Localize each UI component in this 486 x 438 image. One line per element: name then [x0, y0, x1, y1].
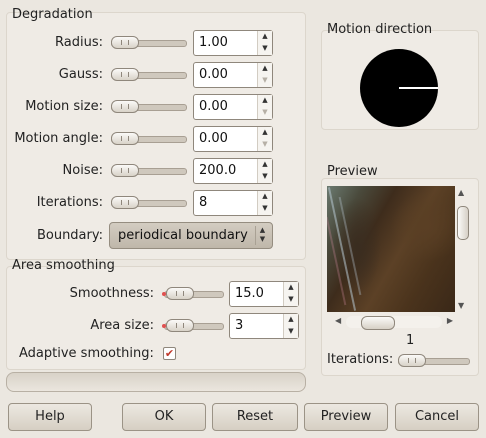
gauss-label: Gauss: [58, 67, 103, 82]
slider-thumb[interactable] [111, 164, 139, 177]
radius-spinbutton[interactable]: 1.00 ▲ ▼ [193, 30, 273, 56]
motion-direction-title: Motion direction [327, 22, 433, 37]
noise-slider[interactable] [111, 164, 187, 177]
area-size-label: Area size: [90, 318, 154, 333]
spin-up-icon[interactable]: ▲ [258, 63, 272, 75]
adaptive-smoothing-checkbox[interactable]: ✔ [163, 347, 176, 360]
reset-button[interactable]: Reset [212, 403, 298, 431]
motion-angle-slider[interactable] [111, 132, 187, 145]
spin-down-icon[interactable]: ▼ [284, 294, 298, 306]
scrollbar-thumb[interactable] [457, 206, 469, 240]
slider-thumb[interactable] [111, 68, 139, 81]
spin-up-icon[interactable]: ▲ [258, 159, 272, 171]
preview-image[interactable] [327, 186, 455, 312]
boundary-label: Boundary: [36, 228, 103, 243]
preview-horizontal-scrollbar[interactable]: ◀ ▶ [335, 315, 453, 331]
area-size-slider[interactable] [162, 319, 224, 332]
preview-iterations-label: Iterations: [327, 352, 394, 367]
spin-up-icon[interactable]: ▲ [258, 95, 272, 107]
spin-up-icon[interactable]: ▲ [258, 191, 272, 203]
radius-label: Radius: [55, 35, 103, 50]
iterations-spinbutton[interactable]: 8 ▲ ▼ [193, 190, 273, 216]
noise-spinbutton[interactable]: 200.0 ▲ ▼ [193, 158, 273, 184]
gauss-value[interactable]: 0.00 [199, 67, 228, 82]
motion-size-label: Motion size: [25, 99, 103, 114]
slider-thumb[interactable] [166, 319, 194, 332]
motion-angle-spinbutton[interactable]: 0.00 ▲ ▼ [193, 126, 273, 152]
spin-up-icon[interactable]: ▲ [258, 127, 272, 139]
area-size-value[interactable]: 3 [235, 318, 243, 333]
spin-up-icon[interactable]: ▲ [258, 31, 272, 43]
spin-up-icon[interactable]: ▲ [284, 282, 298, 294]
radius-value[interactable]: 1.00 [199, 35, 228, 50]
smoothness-label: Smoothness: [69, 286, 154, 301]
motion-angle-value[interactable]: 0.00 [199, 131, 228, 146]
ok-button[interactable]: OK [122, 403, 206, 431]
scroll-down-icon[interactable]: ▼ [458, 301, 464, 310]
spin-down-icon[interactable]: ▼ [258, 203, 272, 215]
smoothness-slider[interactable] [162, 287, 224, 300]
slider-thumb[interactable] [398, 354, 426, 367]
iterations-value[interactable]: 8 [199, 195, 207, 210]
motion-direction-dial[interactable] [359, 48, 441, 128]
slider-thumb[interactable] [111, 36, 139, 49]
scroll-left-icon[interactable]: ◀ [335, 316, 341, 325]
slider-thumb[interactable] [111, 196, 139, 209]
preview-vertical-scrollbar[interactable]: ▲ ▼ [455, 186, 470, 312]
adaptive-smoothing-label: Adaptive smoothing: [19, 346, 154, 361]
spin-down-icon[interactable]: ▼ [258, 139, 272, 151]
scroll-right-icon[interactable]: ▶ [447, 316, 453, 325]
motion-size-spinbutton[interactable]: 0.00 ▲ ▼ [193, 94, 273, 120]
preview-iterations-slider[interactable] [398, 354, 470, 367]
spin-down-icon[interactable]: ▼ [258, 43, 272, 55]
smoothness-spinbutton[interactable]: 15.0 ▲ ▼ [229, 281, 299, 307]
iterations-label: Iterations: [36, 195, 103, 210]
preview-button[interactable]: Preview [304, 403, 388, 431]
spin-down-icon[interactable]: ▼ [258, 107, 272, 119]
motion-size-value[interactable]: 0.00 [199, 99, 228, 114]
slider-thumb[interactable] [111, 132, 139, 145]
cancel-button[interactable]: Cancel [395, 403, 479, 431]
boundary-value[interactable]: periodical boundary [118, 228, 248, 243]
spin-down-icon[interactable]: ▼ [258, 75, 272, 87]
preview-page-number: 1 [406, 333, 415, 348]
area-size-spinbutton[interactable]: 3 ▲ ▼ [229, 313, 299, 339]
motion-size-slider[interactable] [111, 100, 187, 113]
boundary-combo[interactable]: periodical boundary ▲ ▼ [109, 222, 273, 249]
slider-thumb[interactable] [166, 287, 194, 300]
slider-thumb[interactable] [111, 100, 139, 113]
radius-slider[interactable] [111, 36, 187, 49]
iterations-slider[interactable] [111, 196, 187, 209]
spin-down-icon[interactable]: ▼ [258, 171, 272, 183]
noise-label: Noise: [62, 163, 103, 178]
progress-bar [6, 372, 306, 392]
gauss-slider[interactable] [111, 68, 187, 81]
help-button[interactable]: Help [8, 403, 92, 431]
combo-arrows-icon[interactable]: ▲ ▼ [255, 226, 269, 245]
motion-angle-label: Motion angle: [14, 131, 103, 146]
area-smoothing-title: Area smoothing [12, 258, 115, 273]
smoothness-value[interactable]: 15.0 [235, 286, 264, 301]
spin-down-icon[interactable]: ▼ [284, 326, 298, 338]
spin-up-icon[interactable]: ▲ [284, 314, 298, 326]
scroll-up-icon[interactable]: ▲ [458, 188, 464, 197]
noise-value[interactable]: 200.0 [199, 163, 236, 178]
gauss-spinbutton[interactable]: 0.00 ▲ ▼ [193, 62, 273, 88]
degradation-title: Degradation [12, 7, 93, 22]
scrollbar-thumb[interactable] [361, 316, 395, 330]
preview-title: Preview [327, 164, 378, 179]
